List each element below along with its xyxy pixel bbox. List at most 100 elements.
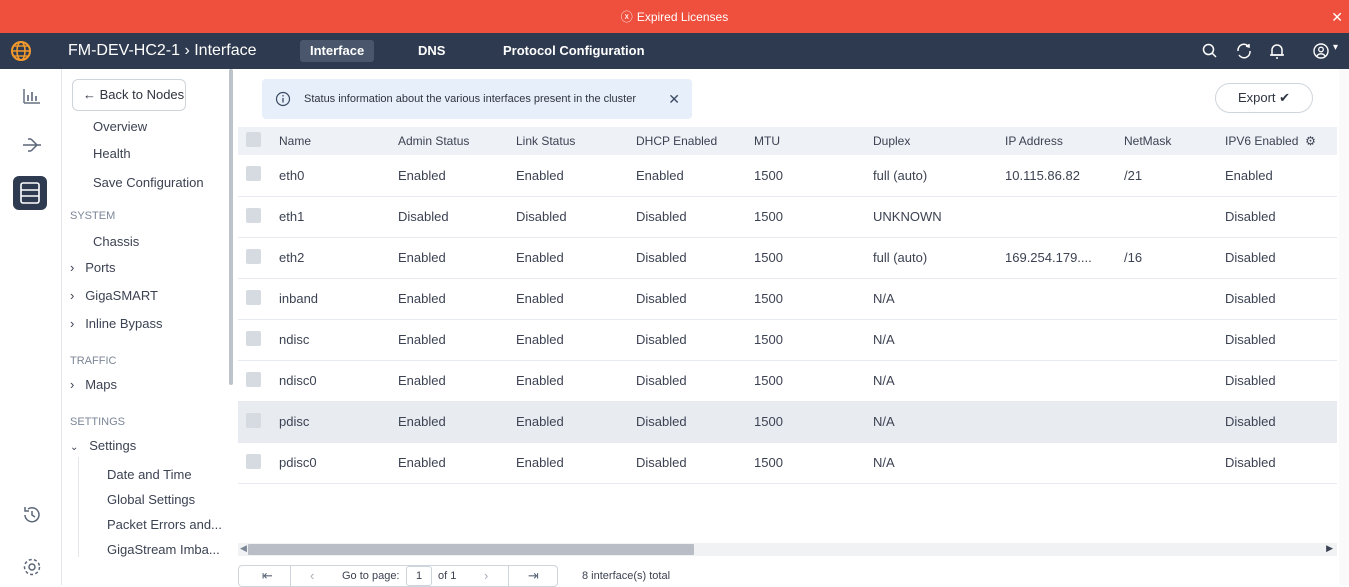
col-admin-status[interactable]: Admin Status bbox=[398, 127, 516, 155]
refresh-icon[interactable] bbox=[1235, 42, 1253, 60]
col-ipv6-enabled[interactable]: IPV6 Enabled ⚙ bbox=[1225, 127, 1337, 155]
cell-duplex: N/A bbox=[873, 278, 1005, 320]
cell-dhcp-enabled: Disabled bbox=[636, 278, 754, 320]
col-dhcp-enabled[interactable]: DHCP Enabled bbox=[636, 127, 754, 155]
gear-icon[interactable] bbox=[20, 555, 44, 579]
row-checkbox[interactable] bbox=[238, 401, 279, 443]
globe-icon[interactable] bbox=[10, 40, 32, 62]
cell-duplex: N/A bbox=[873, 360, 1005, 402]
user-icon[interactable] bbox=[1312, 42, 1330, 60]
cell-admin-status: Enabled bbox=[398, 237, 516, 279]
cell-name: eth0 bbox=[279, 155, 398, 197]
nav-health[interactable]: Health bbox=[93, 146, 131, 161]
row-checkbox[interactable] bbox=[238, 319, 279, 361]
table-row[interactable]: eth1 Disabled Disabled Disabled 1500 UNKNOWN D… bbox=[238, 196, 1337, 238]
table-row[interactable]: eth2 Enabled Enabled Disabled 1500 full (auto… bbox=[238, 237, 1337, 279]
pager-divider bbox=[290, 566, 291, 586]
cell-name: ndisc0 bbox=[279, 360, 398, 402]
col-name[interactable]: Name bbox=[279, 127, 398, 155]
horizontal-scrollbar[interactable]: ◀ ▶ bbox=[238, 543, 1337, 556]
scrollbar-thumb[interactable] bbox=[248, 544, 694, 555]
search-icon[interactable] bbox=[1201, 42, 1219, 60]
bell-icon[interactable] bbox=[1268, 42, 1286, 60]
cell-ipv6-enabled: Disabled bbox=[1225, 237, 1337, 279]
table-row[interactable]: pdisc Enabled Enabled Disabled 1500 N/A Disabl… bbox=[238, 401, 1337, 443]
nav-overview[interactable]: Overview bbox=[93, 119, 147, 134]
nav-scrollbar[interactable] bbox=[229, 69, 233, 385]
first-page-icon[interactable]: ⇤ bbox=[262, 568, 273, 584]
row-checkbox[interactable] bbox=[238, 196, 279, 238]
table-row[interactable]: ndisc Enabled Enabled Disabled 1500 N/A Disabl… bbox=[238, 319, 1337, 361]
scroll-left-icon[interactable]: ◀ bbox=[240, 543, 247, 554]
page-scrollbar[interactable] bbox=[1339, 69, 1349, 585]
nav-global-settings[interactable]: Global Settings bbox=[107, 492, 195, 507]
user-menu-chevron-icon[interactable]: ▾ bbox=[1333, 42, 1338, 53]
tab-dns[interactable]: DNS bbox=[408, 40, 455, 62]
cell-ipv6-enabled: Disabled bbox=[1225, 196, 1337, 238]
cell-link-status: Enabled bbox=[516, 360, 636, 402]
cell-dhcp-enabled: Disabled bbox=[636, 196, 754, 238]
cell-netmask bbox=[1124, 360, 1225, 402]
col-netmask[interactable]: NetMask bbox=[1124, 127, 1225, 155]
cell-mtu: 1500 bbox=[754, 360, 873, 402]
cell-netmask: /16 bbox=[1124, 237, 1225, 279]
cell-dhcp-enabled: Disabled bbox=[636, 401, 754, 443]
page-title: FM-DEV-HC2-1 › Interface bbox=[68, 42, 257, 59]
select-all-checkbox[interactable] bbox=[238, 127, 279, 155]
nav-save-configuration[interactable]: Save Configuration bbox=[93, 175, 204, 190]
cell-dhcp-enabled: Disabled bbox=[636, 442, 754, 484]
last-page-icon[interactable]: ⇥ bbox=[528, 568, 539, 584]
row-checkbox[interactable] bbox=[238, 442, 279, 484]
row-checkbox[interactable] bbox=[238, 278, 279, 320]
nav-chassis[interactable]: Chassis bbox=[93, 234, 139, 249]
table-row[interactable]: inband Enabled Enabled Disabled 1500 N/A Disab… bbox=[238, 278, 1337, 320]
next-page-icon[interactable]: › bbox=[484, 568, 488, 583]
row-checkbox[interactable] bbox=[238, 155, 279, 197]
banner-text: Expired Licenses bbox=[636, 9, 729, 24]
total-count: 8 interface(s) total bbox=[582, 570, 671, 582]
table-row[interactable]: eth0 Enabled Enabled Enabled 1500 full (auto)… bbox=[238, 155, 1337, 197]
cell-netmask bbox=[1124, 442, 1225, 484]
server-icon[interactable] bbox=[13, 176, 47, 210]
cell-netmask: /21 bbox=[1124, 155, 1225, 197]
cell-duplex: N/A bbox=[873, 319, 1005, 361]
export-button[interactable]: Export ✔︎ bbox=[1215, 83, 1313, 113]
pagination: ⇤ ‹ Go to page: 1 of 1 › ⇥ 8 interface(s… bbox=[238, 565, 1337, 587]
scroll-right-icon[interactable]: ▶ bbox=[1326, 543, 1333, 554]
back-to-nodes-button[interactable]: ← Back to Nodes bbox=[72, 79, 186, 111]
topology-icon[interactable] bbox=[20, 133, 44, 157]
table-row[interactable]: ndisc0 Enabled Enabled Disabled 1500 N/A Disab… bbox=[238, 360, 1337, 402]
col-link-status[interactable]: Link Status bbox=[516, 127, 636, 155]
cell-netmask bbox=[1124, 401, 1225, 443]
row-checkbox[interactable] bbox=[238, 237, 279, 279]
nav-ports[interactable]: › Ports bbox=[70, 260, 116, 275]
nav-gigasmart[interactable]: › GigaSMART bbox=[70, 288, 158, 303]
page-input[interactable]: 1 bbox=[406, 566, 432, 586]
tab-protocol-configuration[interactable]: Protocol Configuration bbox=[493, 40, 655, 62]
col-ip-address[interactable]: IP Address bbox=[1005, 127, 1124, 155]
nav-maps[interactable]: › Maps bbox=[70, 377, 117, 392]
cell-duplex: full (auto) bbox=[873, 237, 1005, 279]
cell-ip-address bbox=[1005, 360, 1124, 402]
prev-page-icon[interactable]: ‹ bbox=[310, 568, 314, 583]
col-duplex[interactable]: Duplex bbox=[873, 127, 1005, 155]
column-settings-icon[interactable]: ⚙ bbox=[1305, 134, 1316, 148]
col-mtu[interactable]: MTU bbox=[754, 127, 873, 155]
history-icon[interactable] bbox=[20, 503, 44, 527]
nav-settings-group[interactable]: ⌄ Settings bbox=[70, 438, 136, 453]
nav-inline-bypass[interactable]: › Inline Bypass bbox=[70, 316, 163, 331]
nav-gigastream-imbalance[interactable]: GigaStream Imba... bbox=[107, 542, 220, 557]
nav-date-and-time[interactable]: Date and Time bbox=[107, 467, 192, 482]
cell-admin-status: Enabled bbox=[398, 319, 516, 361]
cell-mtu: 1500 bbox=[754, 319, 873, 361]
banner-close-icon[interactable]: ✕ bbox=[1331, 9, 1343, 26]
row-checkbox[interactable] bbox=[238, 360, 279, 402]
nav-packet-errors[interactable]: Packet Errors and... bbox=[107, 517, 222, 532]
cell-link-status: Enabled bbox=[516, 155, 636, 197]
tab-interface[interactable]: Interface bbox=[300, 40, 375, 62]
cell-duplex: N/A bbox=[873, 442, 1005, 484]
chart-icon[interactable] bbox=[20, 83, 44, 107]
close-icon[interactable]: ✕ bbox=[668, 79, 680, 119]
table-row[interactable]: pdisc0 Enabled Enabled Disabled 1500 N/A Disab… bbox=[238, 442, 1337, 484]
chevron-down-icon: ⌄ bbox=[70, 442, 79, 453]
